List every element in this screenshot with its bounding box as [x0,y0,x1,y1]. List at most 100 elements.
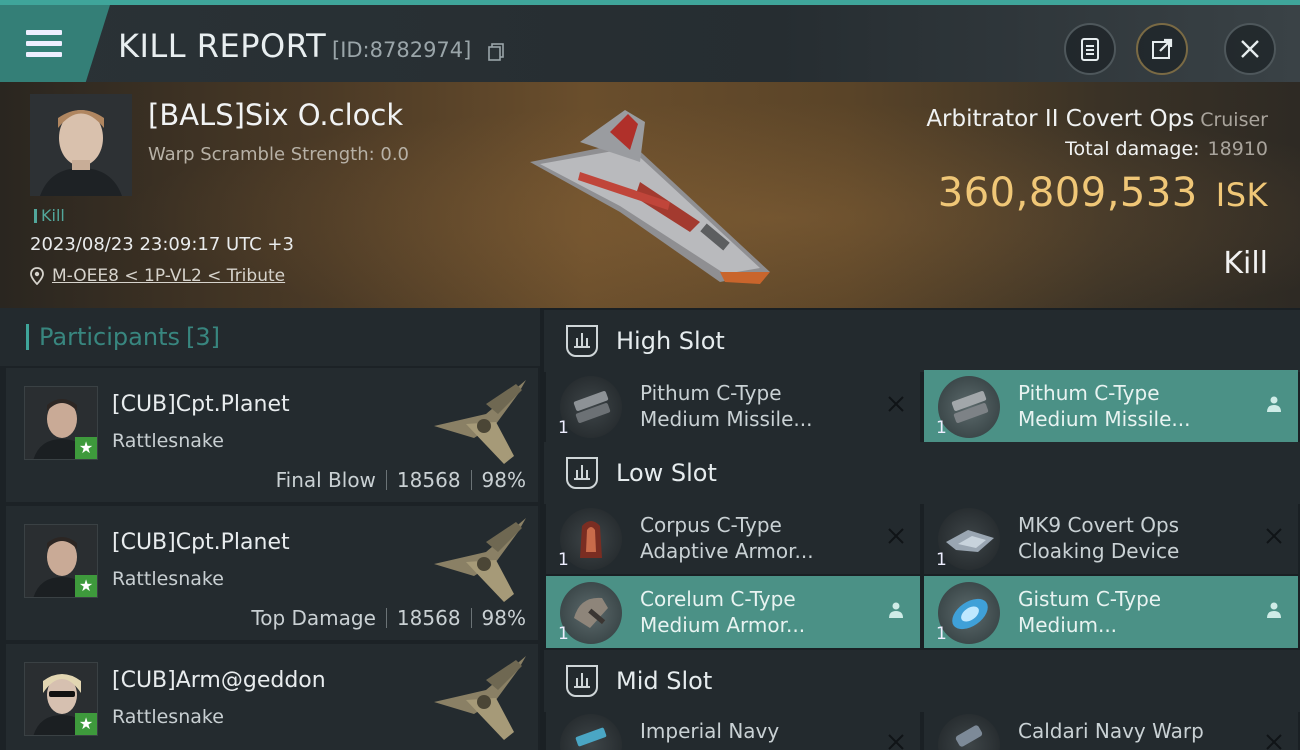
participant-ship-image [434,656,526,740]
module-item[interactable]: 1 Gistum C-Type Medium... [924,576,1298,648]
participant-row[interactable]: ★ [CUB]Arm@geddon Rattlesnake [6,644,538,750]
clipboard-button[interactable] [1064,23,1116,75]
victim-portrait[interactable] [30,94,132,196]
mid-slot-header: Mid Slot [544,650,1300,712]
module-icon [560,714,622,750]
participant-damage: 18568 [396,468,461,492]
module-item[interactable]: 1 MK9 Covert Ops Cloaking Device [924,502,1298,574]
participant-name[interactable]: [CUB]Arm@geddon [112,668,326,693]
menu-icon [26,29,62,58]
participant-row[interactable]: ★ [CUB]Cpt.Planet Rattlesnake Final Blow… [6,368,538,502]
module-icon [938,714,1000,750]
participant-ship: Rattlesnake [112,430,224,452]
participants-count: [3] [185,323,220,351]
kill-type-tag: Kill [34,206,65,225]
destroyed-x-icon [884,524,908,548]
isk-value: 360,809,533 [937,170,1198,216]
avatar: ★ [24,524,98,598]
missile-launcher-icon [560,376,622,438]
participant-ship: Rattlesnake [112,706,224,728]
kill-datetime: 2023/08/23 23:09:17 UTC +3 [30,234,294,255]
energy-module-icon [938,582,1000,644]
module-item[interactable]: 1 Corpus C-Type Adaptive Armor... [546,502,920,574]
ship-summary: Arbitrator II Covert Ops Cruiser Total da… [926,106,1268,216]
person-icon [1262,392,1286,416]
copy-icon[interactable] [488,43,504,61]
module-item[interactable]: Caldari Navy Warp [924,708,1298,750]
high-slot-header: High Slot [544,310,1300,372]
report-id: [ID:8782974] [332,38,472,62]
star-icon: ★ [75,437,97,459]
close-icon [1241,40,1259,58]
total-damage-label: Total damage: [1065,138,1200,160]
cloaking-device-icon [938,508,1000,570]
mid-slot-icon [566,665,598,697]
participant-ship: Rattlesnake [112,568,224,590]
header-bar: KILL REPORT [ID:8782974] [0,0,1300,82]
module-item[interactable]: 1 Pithum C-Type Medium Missile... [924,370,1298,442]
armor-hardener-icon [560,508,622,570]
victim-name[interactable]: [BALS]Six O.clock [148,98,403,132]
high-slot-icon [566,325,598,357]
kill-result: Kill [1223,246,1268,281]
participant-percent: 98% [481,468,526,492]
share-button[interactable] [1136,23,1188,75]
avatar: ★ [24,386,98,460]
low-slot-label: Low Slot [616,459,717,487]
participant-damage: 18568 [396,606,461,630]
victim-ship-class: Cruiser [1200,109,1268,131]
participants-label: Participants [39,323,180,351]
participants-panel: Participants [3] ★ [CUB]Cpt.Planet Rattl… [0,308,540,750]
location-pin-icon [30,267,44,285]
module-name: Imperial Navy [640,719,780,743]
menu-button[interactable] [0,5,110,82]
participant-ship-image [434,518,526,602]
module-quantity: 1 [936,624,947,644]
module-name: Corelum C-Type Medium Armor... [640,587,806,637]
person-icon [1262,598,1286,622]
module-name: Pithum C-Type Medium Missile... [640,381,813,431]
mid-slot-label: Mid Slot [616,667,713,695]
low-slot-header: Low Slot [544,442,1300,504]
star-icon: ★ [75,713,97,735]
pilot-portrait-icon [30,94,132,196]
destroyed-x-icon [1262,524,1286,548]
share-icon [1152,38,1173,59]
high-slot-label: High Slot [616,327,725,355]
participant-role: Top Damage [251,606,376,630]
participant-stats: Top Damage 18568 98% [251,606,526,630]
module-name: Pithum C-Type Medium Missile... [1018,381,1191,431]
kill-location[interactable]: M-OEE8 < 1P-VL2 < Tribute [30,266,285,286]
module-name: Corpus C-Type Adaptive Armor... [640,513,814,563]
warp-scramble-strength: Warp Scramble Strength: 0.0 [148,144,410,165]
destroyed-x-icon [884,392,908,416]
participant-ship-image [434,380,526,464]
destroyed-x-icon [884,730,908,750]
module-quantity: 1 [936,550,947,570]
clipboard-icon [1081,38,1099,61]
module-name: Caldari Navy Warp [1018,719,1204,743]
module-quantity: 1 [558,418,569,438]
participant-stats: Final Blow 18568 98% [276,468,526,492]
fitting-panel: High Slot 1 Pithum C-Type Medium Missile.… [540,308,1300,750]
module-item[interactable]: Imperial Navy [546,708,920,750]
star-icon: ★ [75,575,97,597]
module-item[interactable]: 1 Corelum C-Type Medium Armor... [546,576,920,648]
module-quantity: 1 [936,418,947,438]
module-item[interactable]: 1 Pithum C-Type Medium Missile... [546,370,920,442]
participant-percent: 98% [481,606,526,630]
location-link[interactable]: M-OEE8 < 1P-VL2 < Tribute [52,266,285,286]
participant-name[interactable]: [CUB]Cpt.Planet [112,392,290,417]
missile-launcher-icon [938,376,1000,438]
close-button[interactable] [1224,23,1276,75]
module-quantity: 1 [558,624,569,644]
participant-name[interactable]: [CUB]Cpt.Planet [112,530,290,555]
total-damage-value: 18910 [1207,138,1268,160]
avatar: ★ [24,662,98,736]
participant-row[interactable]: ★ [CUB]Cpt.Planet Rattlesnake Top Damage… [6,506,538,640]
victim-ship-image [530,110,770,284]
victim-ship-name[interactable]: Arbitrator II Covert Ops [926,106,1194,132]
module-quantity: 1 [558,550,569,570]
destroyed-x-icon [1262,730,1286,750]
module-name: MK9 Covert Ops Cloaking Device [1018,513,1180,563]
